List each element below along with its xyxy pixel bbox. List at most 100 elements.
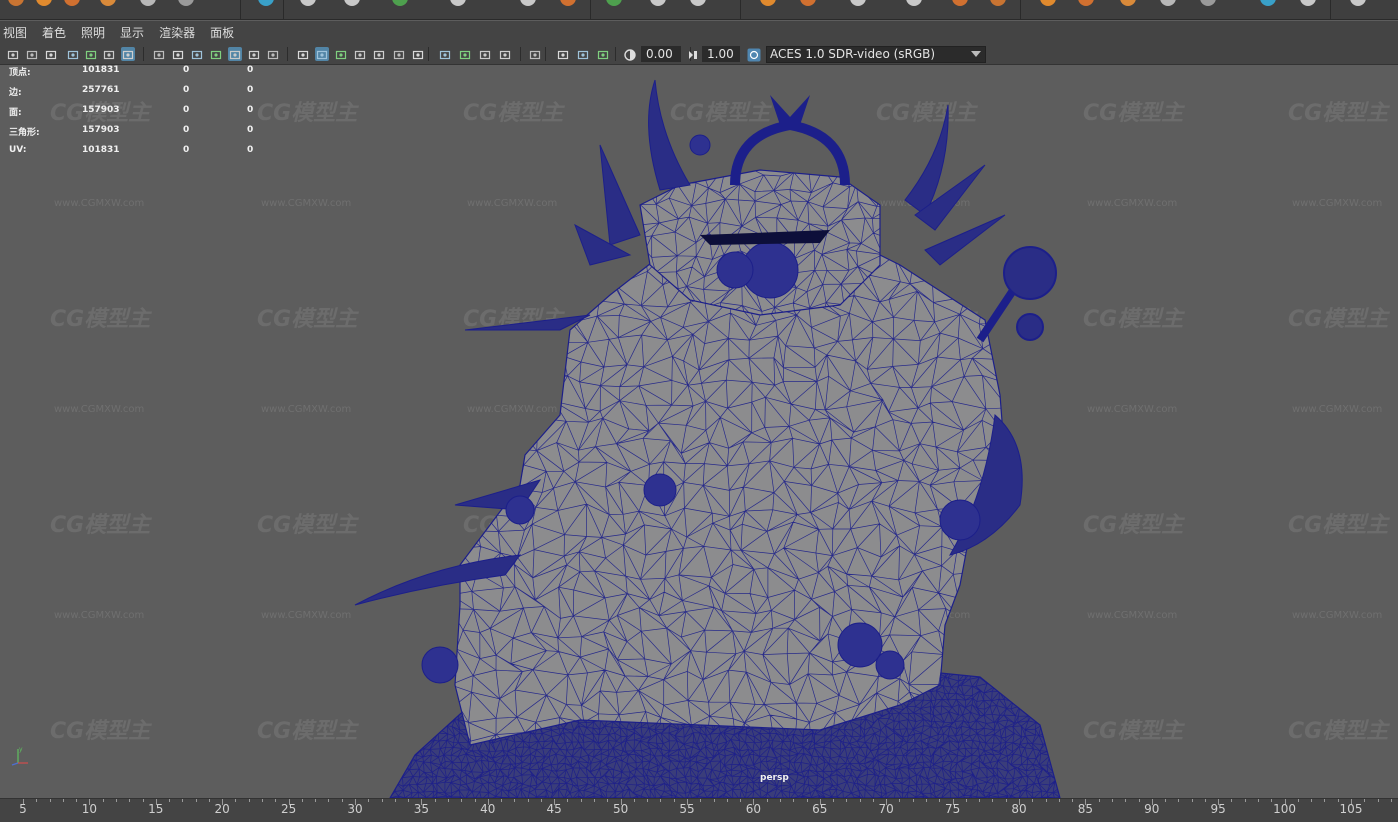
timeline-frame-label: 15 [148,802,164,816]
timeline-tick [965,799,967,802]
xray-joints-icon[interactable] [411,47,425,61]
menu-shading[interactable]: 着色 [41,24,74,41]
use-all-lights-icon[interactable] [334,47,348,61]
film-gate-icon[interactable] [102,47,116,61]
camera-name-label: persp [760,773,789,783]
gate-mask-icon[interactable] [152,47,166,61]
wireframe-on-shaded-icon[interactable] [296,47,310,61]
color-management-icon[interactable] [747,47,761,62]
shelf-tool-icon[interactable] [520,0,536,6]
hud-value: 157903 [82,125,120,135]
timeline-tick [660,799,662,802]
shelf-tool-icon[interactable] [1260,0,1276,6]
shelf-tool-icon[interactable] [650,0,666,6]
shelf-tool-icon[interactable] [344,0,360,6]
shelf-tool-icon[interactable] [300,0,316,6]
resolution-gate-icon[interactable] [121,47,135,61]
wireframe-model[interactable] [0,65,1398,798]
exposure-icon[interactable] [623,47,637,61]
shelf-tool-icon[interactable] [990,0,1006,6]
image-plane-icon[interactable] [66,47,80,61]
shelf-tool-icon[interactable] [36,0,52,6]
shelf-tool-icon[interactable] [606,0,622,6]
hud-label: UV: [9,145,27,155]
default-material-icon[interactable] [266,47,280,61]
exposure-field[interactable]: 0.00 [641,46,681,62]
shelf-tool-icon[interactable] [258,0,274,6]
timeline-frame-label: 70 [878,802,894,816]
wireframe-icon[interactable] [228,47,242,61]
bookmark-icon[interactable] [44,47,58,61]
xray-active-icon[interactable] [438,47,452,61]
shelf-tool-icon[interactable] [906,0,922,6]
isolate-select-icon[interactable] [392,47,406,61]
timeline-tick [1138,799,1140,802]
timeline-tick [1364,799,1366,802]
menu-lighting[interactable]: 照明 [80,24,113,41]
screen-space-ao-icon[interactable] [458,47,472,61]
shelf-tool-icon[interactable] [392,0,408,6]
shadows-icon[interactable] [353,47,367,61]
time-slider[interactable]: 5 10 15 20 25 30 35 40 45 50 55 60 65 70 75 80 85 90 95 100… [0,798,1398,822]
shelf-tool-icon[interactable] [64,0,80,6]
timeline-tick [673,799,675,802]
select-camera-icon[interactable] [6,47,20,61]
timeline-tick [474,799,476,802]
color-management-icon[interactable] [596,47,610,61]
timeline-frame-label: 100 [1273,802,1297,816]
hud-value: 0 [247,145,254,155]
timeline-tick [846,799,848,802]
shelf-tool-icon[interactable] [1300,0,1316,6]
shelf-tool-icon[interactable] [1160,0,1176,6]
shelf-tool-icon[interactable] [140,0,156,6]
timeline-tick [607,799,609,802]
color-space-select[interactable]: ACES 1.0 SDR-video (sRGB) [766,46,986,63]
safe-action-icon[interactable] [190,47,204,61]
exposure-icon[interactable] [556,47,570,61]
timeline-frame-label: 5 [19,802,27,816]
motion-blur-icon[interactable] [478,47,492,61]
depth-of-field-icon[interactable] [528,47,542,61]
field-chart-icon[interactable] [171,47,185,61]
shelf-tool-icon[interactable] [1350,0,1366,6]
menu-renderer[interactable]: 渲染器 [158,24,203,41]
shelf-tool-icon[interactable] [8,0,24,6]
smooth-shade-icon[interactable] [247,47,261,61]
xray-icon[interactable] [315,47,329,61]
timeline-tick [647,799,649,802]
shelf-tool-icon[interactable] [1120,0,1136,6]
shelf-tool-icon[interactable] [952,0,968,6]
perspective-viewport[interactable]: CG模型主 www.CGMXW.com CG模型主 www.CGMXW.com CG模型… [0,65,1398,798]
timeline-tick [633,799,635,802]
shelf-tool-icon[interactable] [1078,0,1094,6]
gamma-icon[interactable] [576,47,590,61]
hud-row: 边: 257761 0 0 [9,85,269,99]
menu-panels[interactable]: 面板 [209,24,242,41]
view-axis-icon: y [11,746,28,766]
shelf-tool-icon[interactable] [1200,0,1216,6]
timeline-tick [36,799,38,802]
timeline-tick [1377,799,1379,802]
menu-view[interactable]: 视图 [2,24,35,41]
shelf-tool-icon[interactable] [450,0,466,6]
shelf-separator [1020,0,1021,19]
shelf-tool-icon[interactable] [100,0,116,6]
anti-aliasing-icon[interactable] [498,47,512,61]
shelf-tool-icon[interactable] [850,0,866,6]
timeline-tick [567,799,569,802]
shelf-tool-icon[interactable] [178,0,194,6]
menu-show[interactable]: 显示 [119,24,152,41]
shelf-tool-icon[interactable] [560,0,576,6]
gamma-field[interactable]: 1.00 [702,46,740,62]
ambient-occlusion-icon[interactable] [372,47,386,61]
shelf-tool-icon[interactable] [690,0,706,6]
timeline-tick [700,799,702,802]
camera-attributes-icon[interactable] [25,47,39,61]
shelf-tool-icon[interactable] [760,0,776,6]
shelf-tool-icon[interactable] [1040,0,1056,6]
safe-title-icon[interactable] [209,47,223,61]
gamma-icon[interactable] [686,47,700,61]
shelf-tool-icon[interactable] [800,0,816,6]
grid-icon[interactable] [84,47,98,61]
timeline-tick [341,799,343,802]
